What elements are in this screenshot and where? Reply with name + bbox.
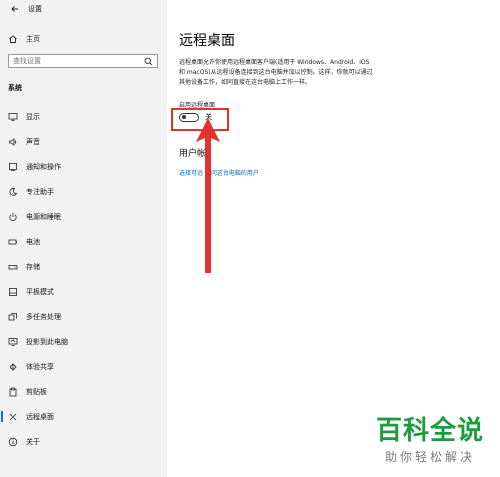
sound-icon bbox=[9, 137, 17, 146]
watermark-main: 百科全说 bbox=[375, 416, 484, 446]
sidebar-item-label: 存储 bbox=[26, 262, 40, 271]
annotation-arrow bbox=[196, 118, 220, 273]
tablet-icon bbox=[9, 287, 17, 296]
focus-moon-icon bbox=[9, 187, 18, 196]
multitask-icon bbox=[8, 312, 17, 320]
main-panel: 远程桌面 远程桌面允许你使用远程桌面客户端(适用于 Windows、Androi… bbox=[167, 0, 500, 477]
info-icon bbox=[8, 437, 18, 446]
sidebar-item-power-sleep[interactable]: 电源和睡眠 bbox=[0, 204, 167, 229]
sidebar-item-remote-desktop[interactable]: 远程桌面 bbox=[0, 404, 167, 429]
description-line: 和 macOS)从远程设备连接到这台电脑并加以控制。这样，你就可以通过 bbox=[179, 69, 373, 76]
window-title: 设置 bbox=[28, 5, 42, 13]
page-title: 远程桌面 bbox=[179, 33, 235, 49]
sidebar-item-label: 电池 bbox=[26, 237, 40, 246]
battery-icon bbox=[8, 239, 17, 244]
sidebar-item-label: 多任务处理 bbox=[26, 312, 61, 321]
title-bar: 设置 bbox=[10, 3, 42, 15]
sidebar-item-focus-assist[interactable]: 专注助手 bbox=[0, 179, 167, 204]
sidebar-item-sound[interactable]: 声音 bbox=[0, 129, 167, 154]
description-line: 远程桌面允许你使用远程桌面客户端(适用于 Windows、Android、iOS bbox=[179, 59, 370, 66]
sidebar-item-clipboard[interactable]: 剪贴板 bbox=[0, 379, 167, 404]
sidebar-item-storage[interactable]: 存储 bbox=[0, 254, 167, 279]
share-icon bbox=[9, 362, 17, 371]
sidebar-item-label: 专注助手 bbox=[26, 187, 54, 196]
home-label: 主页 bbox=[26, 35, 40, 43]
sidebar-item-battery[interactable]: 电池 bbox=[0, 229, 167, 254]
sidebar-item-display[interactable]: 显示 bbox=[0, 104, 167, 129]
sidebar-item-label: 通知和操作 bbox=[26, 162, 61, 171]
sidebar-nav: 显示 声音 通知和操作 专注助手 电源和睡眠 电池 存储 平板模式 多任务处理 … bbox=[0, 104, 167, 454]
back-arrow-icon[interactable] bbox=[10, 4, 20, 14]
sidebar-item-label: 电源和睡眠 bbox=[26, 212, 61, 221]
project-icon bbox=[8, 337, 18, 346]
home-icon bbox=[9, 35, 17, 43]
description: 远程桌面允许你使用远程桌面客户端(适用于 Windows、Android、iOS… bbox=[179, 58, 419, 88]
remote-desktop-icon bbox=[9, 413, 17, 420]
sidebar-item-label: 体验共享 bbox=[26, 362, 54, 371]
notification-icon bbox=[9, 162, 17, 171]
sidebar-item-label: 关于 bbox=[26, 437, 40, 446]
display-icon bbox=[8, 112, 18, 121]
sidebar-item-multitasking[interactable]: 多任务处理 bbox=[0, 304, 167, 329]
sidebar-item-home[interactable]: 主页 bbox=[8, 32, 40, 46]
watermark-sub: 助你轻松解决 bbox=[384, 450, 475, 464]
search-icon[interactable] bbox=[144, 57, 153, 66]
search-box[interactable] bbox=[8, 54, 158, 68]
sidebar-item-label: 声音 bbox=[26, 137, 40, 146]
sidebar-item-label: 显示 bbox=[26, 112, 40, 121]
sidebar-item-notifications[interactable]: 通知和操作 bbox=[0, 154, 167, 179]
power-icon bbox=[9, 212, 17, 221]
sidebar-item-label: 剪贴板 bbox=[26, 387, 47, 396]
search-input[interactable] bbox=[13, 57, 133, 65]
sidebar-item-project-to-pc[interactable]: 投影到此电脑 bbox=[0, 329, 167, 354]
storage-icon bbox=[8, 264, 18, 269]
watermark: 百科全说 助你轻松解决 bbox=[374, 416, 486, 465]
clipboard-icon bbox=[9, 387, 17, 396]
sidebar-item-label: 投影到此电脑 bbox=[26, 337, 68, 346]
section-label: 系统 bbox=[8, 84, 22, 92]
sidebar-item-label: 远程桌面 bbox=[26, 412, 54, 421]
sidebar-item-tablet-mode[interactable]: 平板模式 bbox=[0, 279, 167, 304]
sidebar: 设置 主页 系统 显示 声音 通知和操作 专注助手 bbox=[0, 0, 167, 477]
sidebar-item-label: 平板模式 bbox=[26, 287, 54, 296]
description-line: 其他设备工作，如同直接在这台电脑上工作一样。 bbox=[179, 79, 312, 86]
sidebar-item-shared-experiences[interactable]: 体验共享 bbox=[0, 354, 167, 379]
sidebar-item-about[interactable]: 关于 bbox=[0, 429, 167, 454]
